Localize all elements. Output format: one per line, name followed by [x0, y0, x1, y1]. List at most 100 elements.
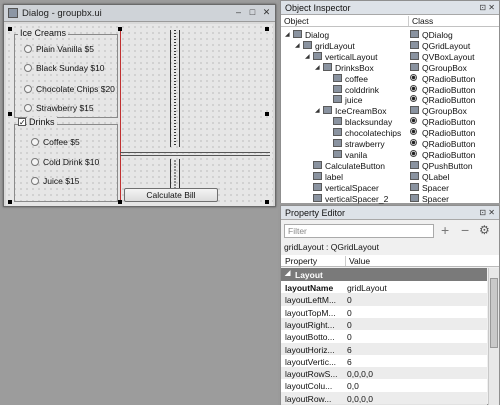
column-class[interactable]: Class	[408, 16, 433, 26]
spacer-icon	[313, 182, 322, 191]
property-name: layoutHoriz...	[285, 344, 335, 355]
plain-vanilla-label: Plain Vanilla $5	[36, 44, 94, 54]
property-value[interactable]: 0,0,0,0	[347, 369, 373, 379]
dialog-window[interactable]: Dialog - groupbx.ui – □ ✕ Ice Creams Pla…	[3, 4, 276, 207]
object-tree-row[interactable]: coffee QRadioButton	[281, 73, 499, 85]
object-name: verticalSpacer	[325, 182, 379, 193]
property-name: layoutBotto...	[285, 332, 335, 343]
object-tree-row[interactable]: colddrink QRadioButton	[281, 84, 499, 96]
object-tree-row[interactable]: label QLabel	[281, 171, 499, 183]
strawberry-radio[interactable]	[24, 104, 32, 112]
property-value[interactable]: 0,0,0,0	[347, 394, 373, 404]
object-name: strawberry	[345, 139, 385, 149]
object-tree-row[interactable]: vanila QRadioButton	[281, 149, 499, 161]
selection-handle[interactable]	[265, 200, 269, 204]
expand-arrow-icon[interactable]: ◢	[305, 53, 310, 60]
vertical-spacer[interactable]	[170, 30, 180, 147]
object-tree-row[interactable]: chocolatechips QRadioButton	[281, 127, 499, 139]
maximize-icon[interactable]: □	[246, 8, 259, 18]
grid-icon	[303, 40, 312, 49]
object-name: verticalSpacer_2	[325, 193, 389, 204]
black-sunday-label: Black Sunday $10	[36, 63, 105, 73]
cold-drink-label: Cold Drink $10	[43, 157, 100, 167]
calculate-bill-button[interactable]: Calculate Bill	[124, 188, 218, 202]
object-tree-row[interactable]: juice QRadioButton	[281, 94, 499, 106]
object-tree-row[interactable]: ◢ Dialog QDialog	[281, 29, 499, 41]
object-name: Dialog	[305, 30, 330, 40]
object-tree-row[interactable]: ◢ DrinksBox QGroupBox	[281, 62, 499, 74]
section-collapse-icon[interactable]: ◢	[285, 269, 290, 277]
property-name: layoutColu...	[285, 381, 333, 392]
close-icon[interactable]: ✕	[260, 8, 273, 18]
layout-divider-line	[120, 152, 270, 153]
panel-float-close-icons[interactable]: ⊡ ✕	[479, 3, 495, 12]
plain-vanilla-radio[interactable]	[24, 45, 32, 53]
property-value[interactable]: 0	[347, 332, 352, 342]
property-value[interactable]: 0	[347, 295, 352, 305]
object-name: colddrink	[345, 84, 380, 95]
selection-handle[interactable]	[8, 112, 12, 116]
expand-arrow-icon[interactable]: ◢	[315, 107, 320, 114]
selection-handle[interactable]	[265, 27, 269, 31]
cold-drink-radio[interactable]	[31, 158, 39, 166]
object-class: QGroupBox	[422, 106, 467, 117]
property-value[interactable]: 0,0	[347, 381, 359, 391]
remove-property-icon[interactable]: −	[461, 222, 469, 238]
selected-object-label: gridLayout : QGridLayout	[284, 242, 379, 252]
property-value[interactable]: 6	[347, 345, 352, 355]
radio-icon	[333, 84, 342, 93]
object-class: QGroupBox	[422, 62, 467, 73]
configure-wrench-icon[interactable]: ⚙	[479, 223, 490, 237]
panel-float-close-icons[interactable]: ⊡ ✕	[479, 208, 495, 217]
object-tree[interactable]: ◢ Dialog QDialog ◢ gridLayout QGridLayout ◢ ver…	[281, 27, 499, 205]
selection-handle[interactable]	[8, 27, 12, 31]
object-tree-row[interactable]: ◢ gridLayout QGridLayout	[281, 40, 499, 52]
object-tree-row[interactable]: strawberry QRadioButton	[281, 138, 499, 150]
object-tree-row[interactable]: ◢ IceCreamBox QGroupBox	[281, 105, 499, 117]
property-scrollbar[interactable]	[488, 268, 499, 405]
chocolate-chips-radio[interactable]	[24, 85, 32, 93]
black-sunday-radio[interactable]	[24, 64, 32, 72]
juice-radio[interactable]	[31, 177, 39, 185]
selection-handle[interactable]	[118, 200, 122, 204]
column-property[interactable]: Property	[285, 256, 317, 266]
property-value[interactable]: 0	[347, 308, 352, 318]
scrollbar-thumb[interactable]	[490, 278, 498, 348]
selection-handle[interactable]	[265, 112, 269, 116]
selection-handle[interactable]	[8, 200, 12, 204]
expand-arrow-icon[interactable]: ◢	[315, 64, 320, 71]
coffee-radio[interactable]	[31, 138, 39, 146]
property-value[interactable]: 0	[347, 320, 352, 330]
object-tree-row[interactable]: CalculateButton QPushButton	[281, 160, 499, 172]
property-list[interactable]: layoutName gridLayout layoutLeftM... 0 layou…	[281, 281, 487, 405]
column-object[interactable]: Object	[281, 16, 309, 26]
vertical-spacer-2[interactable]	[170, 159, 180, 189]
object-tree-row[interactable]: verticalSpacer_2 Spacer	[281, 193, 499, 205]
selection-handle[interactable]	[118, 27, 122, 31]
add-property-icon[interactable]: +	[441, 222, 449, 238]
column-value[interactable]: Value	[345, 256, 370, 266]
object-tree-row[interactable]: blacksunday QRadioButton	[281, 116, 499, 128]
expand-arrow-icon[interactable]: ◢	[285, 31, 290, 38]
object-class: QRadioButton	[422, 95, 476, 106]
property-row[interactable]: layoutRow... 0,0,0,0	[281, 391, 487, 405]
object-class: QGridLayout	[422, 40, 471, 51]
ice-creams-group-title: Ice Creams	[18, 28, 69, 38]
minimize-icon[interactable]: –	[232, 8, 245, 18]
property-editor-panel: Property Editor ⊡ ✕ Filter + − ⚙ gridLay…	[280, 205, 500, 405]
drinks-checkbox[interactable]: ✓	[18, 118, 26, 127]
object-tree-row[interactable]: verticalSpacer Spacer	[281, 182, 499, 194]
dialog-titlebar[interactable]: Dialog - groupbx.ui – □ ✕	[4, 5, 275, 22]
expand-arrow-icon[interactable]: ◢	[295, 42, 300, 49]
property-value[interactable]: 6	[347, 357, 352, 367]
spacer-class-icon	[410, 193, 419, 202]
object-class: QRadioButton	[422, 139, 476, 149]
property-value[interactable]: gridLayout	[347, 283, 387, 293]
object-class: QRadioButton	[422, 149, 476, 160]
object-name: CalculateButton	[325, 160, 386, 171]
object-name: gridLayout	[315, 40, 355, 51]
layout-section-header[interactable]: ◢ Layout	[281, 268, 487, 281]
button-icon	[313, 160, 322, 169]
property-filter-input[interactable]: Filter	[284, 224, 434, 238]
object-tree-row[interactable]: ◢ verticalLayout QVBoxLayout	[281, 51, 499, 63]
